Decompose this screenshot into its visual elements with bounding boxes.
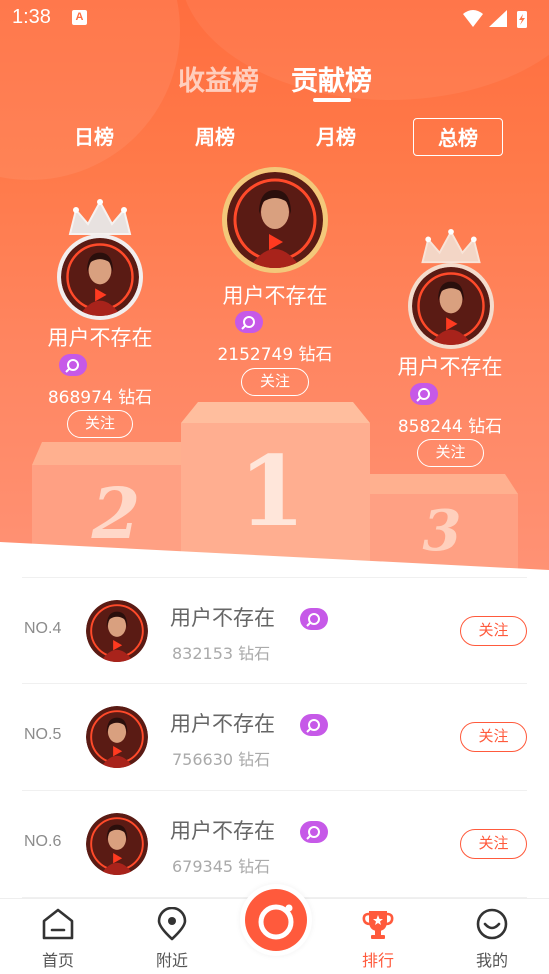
follow-button[interactable]: 关注	[460, 616, 527, 646]
username: 用户不存在	[170, 712, 275, 736]
list-item[interactable]: NO.6 用户不存在 679345 钻石 关注	[22, 791, 527, 898]
profile-face-icon	[476, 908, 508, 940]
first-place-diamonds: 2152749 钻石	[217, 345, 333, 365]
level-badge	[59, 354, 87, 376]
avatar[interactable]	[86, 600, 148, 662]
signal-icon	[489, 10, 507, 27]
avatar[interactable]	[86, 706, 148, 768]
tab-contribution[interactable]: 贡献榜	[291, 59, 372, 98]
second-place-follow-button[interactable]: 关注	[67, 410, 133, 438]
third-place-avatar[interactable]	[412, 267, 490, 345]
silver-crown-icon	[68, 199, 132, 235]
tab-monthly[interactable]: 月榜	[305, 118, 367, 156]
second-place-diamonds: 868974 钻石	[47, 388, 153, 408]
active-tab-indicator	[313, 98, 351, 102]
rank-number: NO.6	[24, 833, 62, 850]
ranking-header: 1:38 A 收益榜 贡献榜 日榜 周榜 月榜 总榜 2 1 3 用户不存在 2…	[0, 0, 549, 575]
list-item[interactable]: NO.4 用户不存在 832153 钻石 关注	[22, 577, 527, 684]
follow-button[interactable]: 关注	[460, 829, 527, 859]
second-place-username: 用户不存在	[47, 326, 153, 350]
first-place-username: 用户不存在	[222, 284, 328, 308]
nav-nearby[interactable]: 附近	[132, 899, 212, 974]
level-badge	[300, 608, 328, 630]
third-place-diamonds: 858244 钻石	[397, 417, 503, 437]
hero-bottom-edge	[0, 542, 549, 575]
diamond-count: 832153 钻石	[172, 644, 271, 663]
go-live-button[interactable]	[240, 884, 312, 956]
nav-label: 我的	[475, 951, 508, 970]
camera-icon	[245, 889, 307, 951]
level-badge	[235, 311, 263, 333]
avatar[interactable]	[86, 813, 148, 875]
rank-number: NO.4	[24, 620, 62, 637]
nav-profile[interactable]: 我的	[452, 899, 532, 974]
nav-ranking[interactable]: 排行	[338, 899, 418, 974]
nav-home[interactable]: 首页	[18, 899, 98, 974]
third-place-follow-button[interactable]: 关注	[417, 439, 484, 467]
tab-income[interactable]: 收益榜	[178, 59, 259, 98]
rank-number: NO.5	[24, 726, 62, 743]
tab-total[interactable]: 总榜	[413, 118, 503, 156]
third-place-username: 用户不存在	[397, 355, 503, 379]
diamond-count: 679345 钻石	[172, 857, 271, 876]
diamond-count: 756630 钻石	[172, 750, 271, 769]
first-place-avatar[interactable]	[227, 172, 323, 268]
tab-daily[interactable]: 日榜	[63, 118, 125, 156]
status-time: 1:38	[12, 6, 51, 28]
bronze-crown-icon	[421, 228, 481, 264]
first-place-follow-button[interactable]: 关注	[241, 368, 309, 396]
second-place-avatar[interactable]	[61, 238, 139, 316]
follow-button[interactable]: 关注	[460, 722, 527, 752]
home-icon	[42, 908, 74, 940]
notification-icon: A	[72, 10, 87, 25]
list-item[interactable]: NO.5 用户不存在 756630 钻石 关注	[22, 684, 527, 791]
level-badge	[300, 821, 328, 843]
level-badge	[300, 714, 328, 736]
nav-label: 附近	[155, 951, 188, 970]
location-pin-icon	[157, 907, 187, 941]
status-icons	[463, 10, 527, 28]
username: 用户不存在	[170, 819, 275, 843]
trophy-icon	[362, 911, 394, 939]
level-badge	[410, 383, 438, 405]
nav-label: 排行	[361, 951, 394, 970]
tab-weekly[interactable]: 周榜	[184, 118, 246, 156]
username: 用户不存在	[170, 606, 275, 630]
wifi-icon	[463, 10, 483, 27]
nav-label: 首页	[41, 951, 74, 970]
status-bar: 1:38 A	[0, 0, 549, 36]
